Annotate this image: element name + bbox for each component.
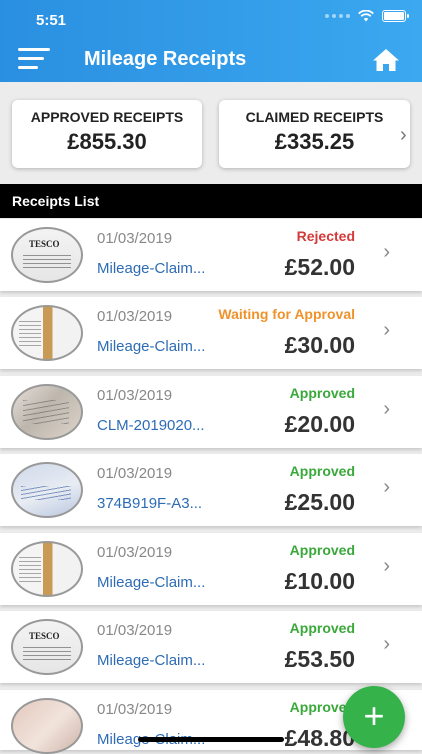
menu-button[interactable] [18,48,50,70]
receipt-date: 01/03/2019 [97,622,173,639]
status-bar-indicators [325,10,409,22]
receipt-row[interactable]: 01/03/2019 Mileage-Claim... Approved £10… [0,533,422,605]
receipt-reference: CLM-2019020... [97,417,205,434]
receipt-status: Approved [289,542,355,558]
receipt-status: Approved [289,463,355,479]
receipt-amount: £53.50 [284,646,355,672]
receipt-thumbnail [11,698,83,754]
receipt-date: 01/03/2019 [97,308,173,325]
chevron-right-icon: › [383,319,390,341]
summary-cards: APPROVED RECEIPTS £855.30 CLAIMED RECEIP… [12,100,422,168]
receipt-amount: £10.00 [284,568,355,594]
chevron-right-icon: › [383,555,390,577]
receipt-row[interactable]: 01/03/2019 Mileage-Claim... Approved £53… [0,611,422,683]
receipt-amount: £52.00 [284,254,355,280]
receipt-date: 01/03/2019 [97,387,173,404]
battery-icon [382,10,409,22]
receipt-status: Approved [289,385,355,401]
home-indicator[interactable] [138,737,284,742]
receipt-reference: 374B919F-A3... [97,495,203,512]
receipt-reference: Mileage-Claim... [97,338,206,355]
wifi-icon [358,10,374,22]
receipt-row[interactable]: 01/03/2019 374B919F-A3... Approved £25.0… [0,454,422,526]
home-icon [373,49,399,71]
plus-icon: + [363,695,385,736]
receipt-status: Rejected [296,228,355,244]
receipt-status: Waiting for Approval [218,306,355,322]
receipts-list-header: Receipts List [0,184,422,218]
receipt-thumbnail [11,384,83,440]
chevron-right-icon: › [383,241,390,263]
chevron-right-icon: › [383,633,390,655]
receipt-thumbnail [11,305,83,361]
receipt-reference: Mileage-Claim... [97,574,206,591]
receipt-amount: £25.00 [284,489,355,515]
hamburger-menu-icon [18,48,50,51]
page-title: Mileage Receipts [84,48,247,70]
claimed-receipts-value: £335.25 [274,129,355,154]
add-receipt-button[interactable]: + [343,686,405,748]
receipt-thumbnail [11,227,83,283]
receipt-reference: Mileage-Claim... [97,260,206,277]
receipt-thumbnail [11,541,83,597]
receipt-row[interactable]: 01/03/2019 Mileage-Claim... Waiting for … [0,297,422,369]
approved-receipts-card[interactable]: APPROVED RECEIPTS £855.30 [12,100,202,168]
receipt-date: 01/03/2019 [97,465,173,482]
receipt-date: 01/03/2019 [97,544,173,561]
status-bar-time: 5:51 [36,12,67,29]
receipt-status: Approved [289,620,355,636]
receipt-thumbnail [11,462,83,518]
approved-receipts-value: £855.30 [67,129,147,154]
signal-icon [325,14,350,18]
receipt-thumbnail [11,619,83,675]
approved-receipts-label: APPROVED RECEIPTS [30,109,184,125]
home-button[interactable] [372,48,400,72]
receipt-date: 01/03/2019 [97,230,173,247]
chevron-right-icon[interactable]: › [400,124,418,147]
receipt-amount: £20.00 [284,411,355,437]
claimed-receipts-label: CLAIMED RECEIPTS [245,109,384,125]
receipt-amount: £30.00 [284,332,355,358]
chevron-right-icon: › [383,398,390,420]
receipt-reference: Mileage-Claim... [97,652,206,669]
receipt-row[interactable]: 01/03/2019 Mileage-Claim... Rejected £52… [0,219,422,291]
receipt-date: 01/03/2019 [97,701,173,718]
receipt-row[interactable]: 01/03/2019 CLM-2019020... Approved £20.0… [0,376,422,448]
claimed-receipts-card[interactable]: CLAIMED RECEIPTS £335.25 [219,100,410,168]
app-header: 5:51 Mileage Receipts [0,0,422,82]
chevron-right-icon: › [383,476,390,498]
